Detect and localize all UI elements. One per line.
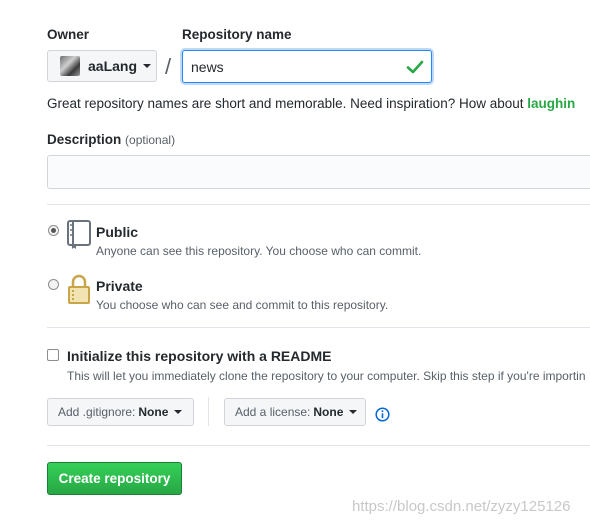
divider	[47, 204, 590, 205]
create-repository-button[interactable]: Create repository	[47, 462, 182, 495]
gitignore-value: None	[138, 405, 169, 419]
public-note: Anyone can see this repository. You choo…	[96, 244, 422, 258]
name-hint: Great repository names are short and mem…	[47, 96, 576, 111]
optional-note: (optional)	[125, 133, 176, 147]
info-icon[interactable]	[375, 407, 390, 422]
gitignore-select[interactable]: Add .gitignore: None	[47, 398, 194, 426]
owner-repo-separator: /	[165, 54, 172, 79]
check-icon	[406, 60, 424, 74]
public-radio[interactable]	[48, 225, 59, 236]
description-input[interactable]	[47, 155, 590, 189]
public-title: Public	[96, 224, 139, 240]
divider	[47, 445, 590, 446]
gitignore-prefix: Add .gitignore:	[58, 405, 136, 419]
lock-icon	[68, 274, 90, 304]
watermark: https://blog.csdn.net/zyzy125126	[352, 498, 571, 515]
license-prefix: Add a license:	[235, 405, 311, 419]
license-value: None	[313, 405, 344, 419]
select-divider	[208, 397, 209, 426]
owner-select[interactable]: aaLang	[47, 50, 157, 82]
private-radio[interactable]	[48, 279, 59, 290]
repo-book-icon	[67, 220, 91, 249]
owner-label: Owner	[47, 27, 90, 42]
avatar	[60, 56, 80, 76]
license-select[interactable]: Add a license: None	[224, 398, 366, 426]
readme-title[interactable]: Initialize this repository with a README	[67, 348, 331, 364]
chevron-down-icon	[143, 64, 152, 68]
name-suggestion-link[interactable]: laughin	[527, 96, 575, 111]
owner-name: aaLang	[88, 58, 138, 74]
description-label: Description (optional)	[47, 132, 176, 147]
repository-name-input[interactable]	[182, 50, 432, 83]
readme-checkbox[interactable]	[47, 349, 59, 361]
private-title: Private	[96, 278, 143, 294]
chevron-down-icon	[174, 410, 183, 414]
repository-name-label: Repository name	[182, 27, 292, 42]
divider	[47, 327, 590, 328]
private-note: You choose who can see and commit to thi…	[96, 298, 389, 312]
readme-note: This will let you immediately clone the …	[67, 369, 586, 383]
chevron-down-icon	[349, 410, 358, 414]
